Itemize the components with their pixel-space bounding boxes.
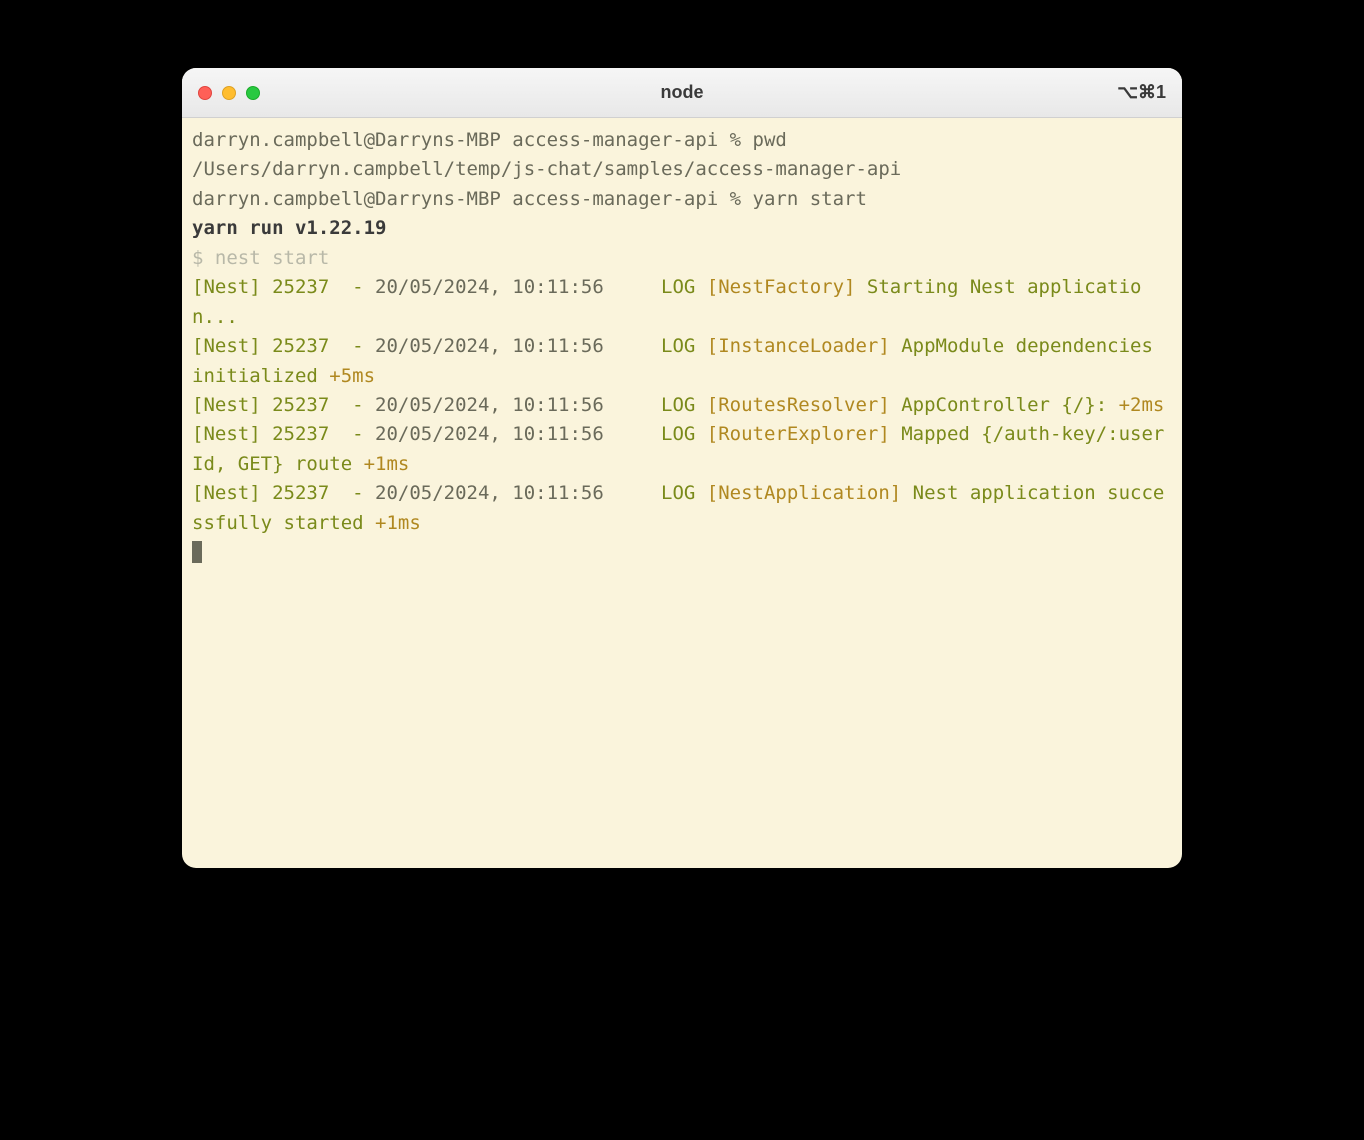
log-message: AppController {/}: [901,394,1118,416]
nest-pid: [Nest] 25237 - [192,423,375,445]
cursor-icon [192,541,202,563]
log-line: [Nest] 25237 - 20/05/2024, 10:11:56 LOG … [192,479,1172,538]
titlebar[interactable]: node ⌥⌘1 [182,68,1182,118]
log-level: LOG [615,276,707,298]
log-line: [Nest] 25237 - 20/05/2024, 10:11:56 LOG … [192,391,1172,420]
log-context: [NestApplication] [707,482,913,504]
log-line: [Nest] 25237 - 20/05/2024, 10:11:56 LOG … [192,273,1172,332]
terminal-line: /Users/darryn.campbell/temp/js-chat/samp… [192,155,1172,184]
log-line: [Nest] 25237 - 20/05/2024, 10:11:56 LOG … [192,420,1172,479]
window-shortcut: ⌥⌘1 [1117,82,1166,103]
window-title: node [661,82,704,103]
exec-command: nest start [215,247,329,269]
terminal-line: darryn.campbell@Darryns-MBP access-manag… [192,126,1172,155]
minimize-icon[interactable] [222,86,236,100]
cursor-line [192,538,1172,567]
shell-prompt: darryn.campbell@Darryns-MBP access-manag… [192,188,753,210]
log-context: [RouterExplorer] [707,423,901,445]
shell-prompt: darryn.campbell@Darryns-MBP access-manag… [192,129,753,151]
nest-pid: [Nest] 25237 - [192,335,375,357]
nest-pid: [Nest] 25237 - [192,276,375,298]
traffic-lights [198,86,260,100]
terminal-line: darryn.campbell@Darryns-MBP access-manag… [192,185,1172,214]
log-time: +1ms [375,512,421,534]
log-date: 20/05/2024, 10:11:56 [375,394,615,416]
log-level: LOG [615,423,707,445]
nest-pid: [Nest] 25237 - [192,394,375,416]
command-text: yarn start [753,188,867,210]
log-level: LOG [615,394,707,416]
terminal-window: node ⌥⌘1 darryn.campbell@Darryns-MBP acc… [182,68,1182,868]
log-context: [RoutesResolver] [707,394,901,416]
log-context: [NestFactory] [707,276,867,298]
log-time: +5ms [329,365,375,387]
log-context: [InstanceLoader] [707,335,901,357]
log-time: +1ms [364,453,410,475]
log-date: 20/05/2024, 10:11:56 [375,276,615,298]
terminal-line: yarn run v1.22.19 [192,214,1172,243]
terminal-line: $ nest start [192,244,1172,273]
exec-prefix: $ [192,247,215,269]
log-level: LOG [615,482,707,504]
maximize-icon[interactable] [246,86,260,100]
log-date: 20/05/2024, 10:11:56 [375,335,615,357]
log-date: 20/05/2024, 10:11:56 [375,423,615,445]
log-level: LOG [615,335,707,357]
log-line: [Nest] 25237 - 20/05/2024, 10:11:56 LOG … [192,332,1172,391]
log-time: +2ms [1119,394,1165,416]
command-text: pwd [753,129,787,151]
terminal-body[interactable]: darryn.campbell@Darryns-MBP access-manag… [182,118,1182,868]
nest-pid: [Nest] 25237 - [192,482,375,504]
close-icon[interactable] [198,86,212,100]
log-date: 20/05/2024, 10:11:56 [375,482,615,504]
